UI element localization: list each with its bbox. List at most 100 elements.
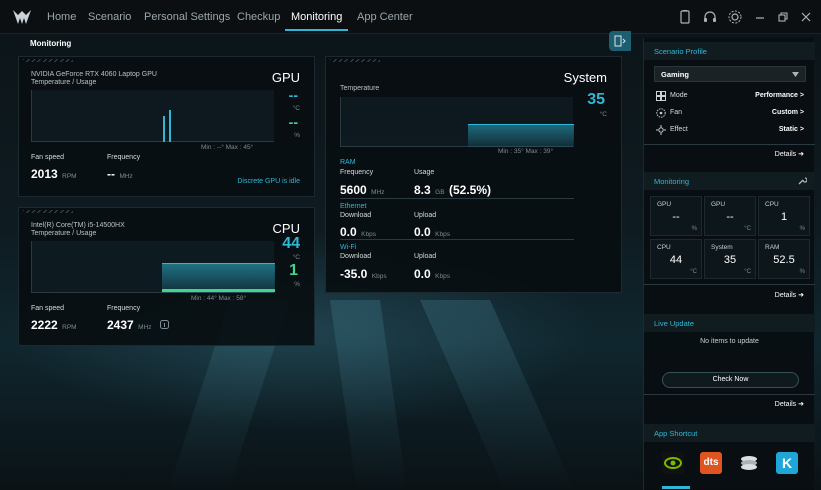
cpu-temp-unit: °C [292, 254, 300, 261]
gpu-fan-unit: RPM [62, 173, 77, 180]
fan-icon [656, 108, 666, 118]
info-icon[interactable] [159, 320, 169, 330]
storage-app-icon[interactable] [738, 452, 760, 474]
battery-icon[interactable] [677, 9, 693, 25]
wifi-title: Wi-Fi [340, 244, 357, 251]
gpu-usage-unit: % [294, 132, 300, 139]
dts-app-icon[interactable]: dts [700, 452, 722, 474]
tab-scenario[interactable]: Scenario [88, 11, 131, 23]
eth-upload-label: Upload [414, 212, 437, 219]
scenario-details-link[interactable]: Details ➜ [775, 150, 804, 158]
mode-value[interactable]: Performance > [755, 92, 804, 99]
app-shortcut-title: App Shortcut [654, 429, 698, 438]
gpu-panel: NVIDIA GeForce RTX 4060 Laptop GPU Tempe… [18, 56, 315, 197]
gpu-fan-value: 2013 [31, 167, 58, 181]
live-update-details-link[interactable]: Details ➜ [775, 400, 804, 408]
profile-select[interactable]: Gaming [654, 66, 806, 82]
ram-usage-value: 8.3 [414, 183, 431, 197]
monitoring-title: Monitoring [654, 177, 690, 186]
gpu-idle-text: Discrete GPU is idle [237, 178, 300, 185]
effect-value[interactable]: Static > [779, 126, 804, 133]
gpu-usage-value: -- [288, 114, 298, 130]
eth-download-unit: Kbps [361, 231, 376, 238]
right-sidebar: Scenario Profile Gaming Mode Performance… [643, 38, 815, 490]
nvidia-app-icon[interactable] [662, 452, 684, 474]
tab-monitoring[interactable]: Monitoring [291, 11, 342, 23]
scenario-profile-header: Scenario Profile [644, 42, 815, 60]
ram-usage-pct: (52.5%) [449, 183, 492, 197]
system-temp-value: 35 [587, 91, 605, 108]
page-title: Monitoring [30, 39, 72, 48]
wrench-icon[interactable] [798, 176, 807, 185]
ram-usage-label: Usage [414, 169, 435, 176]
wifi-upload-unit: Kbps [435, 273, 450, 280]
tile-ram-usage: RAM 52.5% [758, 239, 810, 279]
eth-download-label: Download [340, 212, 372, 219]
tab-checkup[interactable]: Checkup [237, 11, 280, 23]
cpu-usage-value: 1 [289, 262, 298, 279]
collapse-sidebar-button[interactable] [609, 31, 631, 51]
cpu-graph [31, 241, 275, 293]
tab-app-center[interactable]: App Center [357, 11, 413, 23]
panel-toggle-icon [614, 35, 626, 47]
cpu-panel: Intel(R) Core(TM) i5-14500HX Temperature… [18, 207, 315, 346]
tab-home[interactable]: Home [47, 11, 76, 23]
tile-cpu-usage: CPU 1% [758, 196, 810, 236]
cpu-usage-unit: % [294, 281, 300, 288]
close-icon[interactable] [798, 9, 814, 25]
system-temp-label: Temperature [340, 85, 380, 92]
gpu-heading: GPU [271, 70, 300, 85]
gpu-freq-label: Frequency [107, 154, 141, 161]
ethernet-title: Ethernet [340, 203, 367, 210]
cpu-fan-label: Fan speed [31, 305, 65, 312]
headset-icon[interactable] [702, 9, 718, 25]
gpu-minmax: Min : --° Max : 45° [201, 144, 254, 151]
check-now-button[interactable]: Check Now [662, 372, 799, 388]
wifi-download-label: Download [340, 253, 372, 260]
gear-icon[interactable] [727, 9, 743, 25]
eth-upload-value: 0.0 [414, 225, 431, 239]
cpu-subtitle: Temperature / Usage [31, 230, 97, 237]
cpu-freq-label: Frequency [107, 305, 141, 312]
live-update-message: No items to update [700, 338, 759, 345]
system-heading: System [563, 70, 607, 85]
system-graph [340, 97, 574, 147]
gpu-subtitle: Temperature / Usage [31, 79, 97, 86]
ram-usage-unit: GB [435, 189, 445, 196]
app-shortcut-header: App Shortcut [644, 424, 815, 442]
eth-upload-unit: Kbps [435, 231, 450, 238]
eth-download-value: 0.0 [340, 225, 357, 239]
tile-system-temp: System 35 °C [704, 239, 756, 279]
restore-icon[interactable] [775, 9, 791, 25]
scenario-profile-title: Scenario Profile [654, 47, 707, 56]
cpu-freq-unit: MHz [138, 324, 152, 331]
k-app-icon[interactable]: K [776, 452, 798, 474]
ram-title: RAM [340, 159, 356, 166]
fan-label: Fan [670, 109, 683, 116]
tab-personal-settings[interactable]: Personal Settings [144, 11, 230, 23]
live-update-title: Live Update [654, 319, 695, 328]
wifi-download-unit: Kbps [371, 273, 387, 280]
cpu-fan-unit: RPM [62, 324, 77, 331]
profile-selected: Gaming [661, 70, 689, 79]
cpu-model: Intel(R) Core(TM) i5-14500HX [31, 222, 125, 229]
mode-label: Mode [670, 92, 688, 99]
system-minmax: Min : 35° Max : 39° [498, 148, 554, 155]
mode-icon [656, 91, 666, 101]
gpu-model: NVIDIA GeForce RTX 4060 Laptop GPU [31, 71, 157, 78]
gpu-graph [31, 90, 274, 142]
fan-value[interactable]: Custom > [772, 109, 804, 116]
wifi-upload-value: 0.0 [414, 267, 431, 281]
system-panel: System Temperature 35 °C Min : 35° Max :… [325, 56, 622, 293]
tile-cpu-temp: CPU 44 °C [650, 239, 702, 279]
gpu-temp-value: -- [288, 87, 298, 103]
ram-freq-value: 5600 [340, 183, 367, 197]
cpu-freq-value: 2437 [107, 318, 134, 332]
gpu-freq-value: -- [107, 167, 115, 181]
ram-freq-label: Frequency [340, 169, 374, 176]
tile-gpu-usage: GPU --% [650, 196, 702, 236]
tile-gpu-temp: GPU -- °C [704, 196, 756, 236]
monitoring-details-link[interactable]: Details ➜ [775, 291, 804, 299]
minimize-icon[interactable] [752, 9, 768, 25]
app-shortcut-indicator [662, 486, 690, 489]
